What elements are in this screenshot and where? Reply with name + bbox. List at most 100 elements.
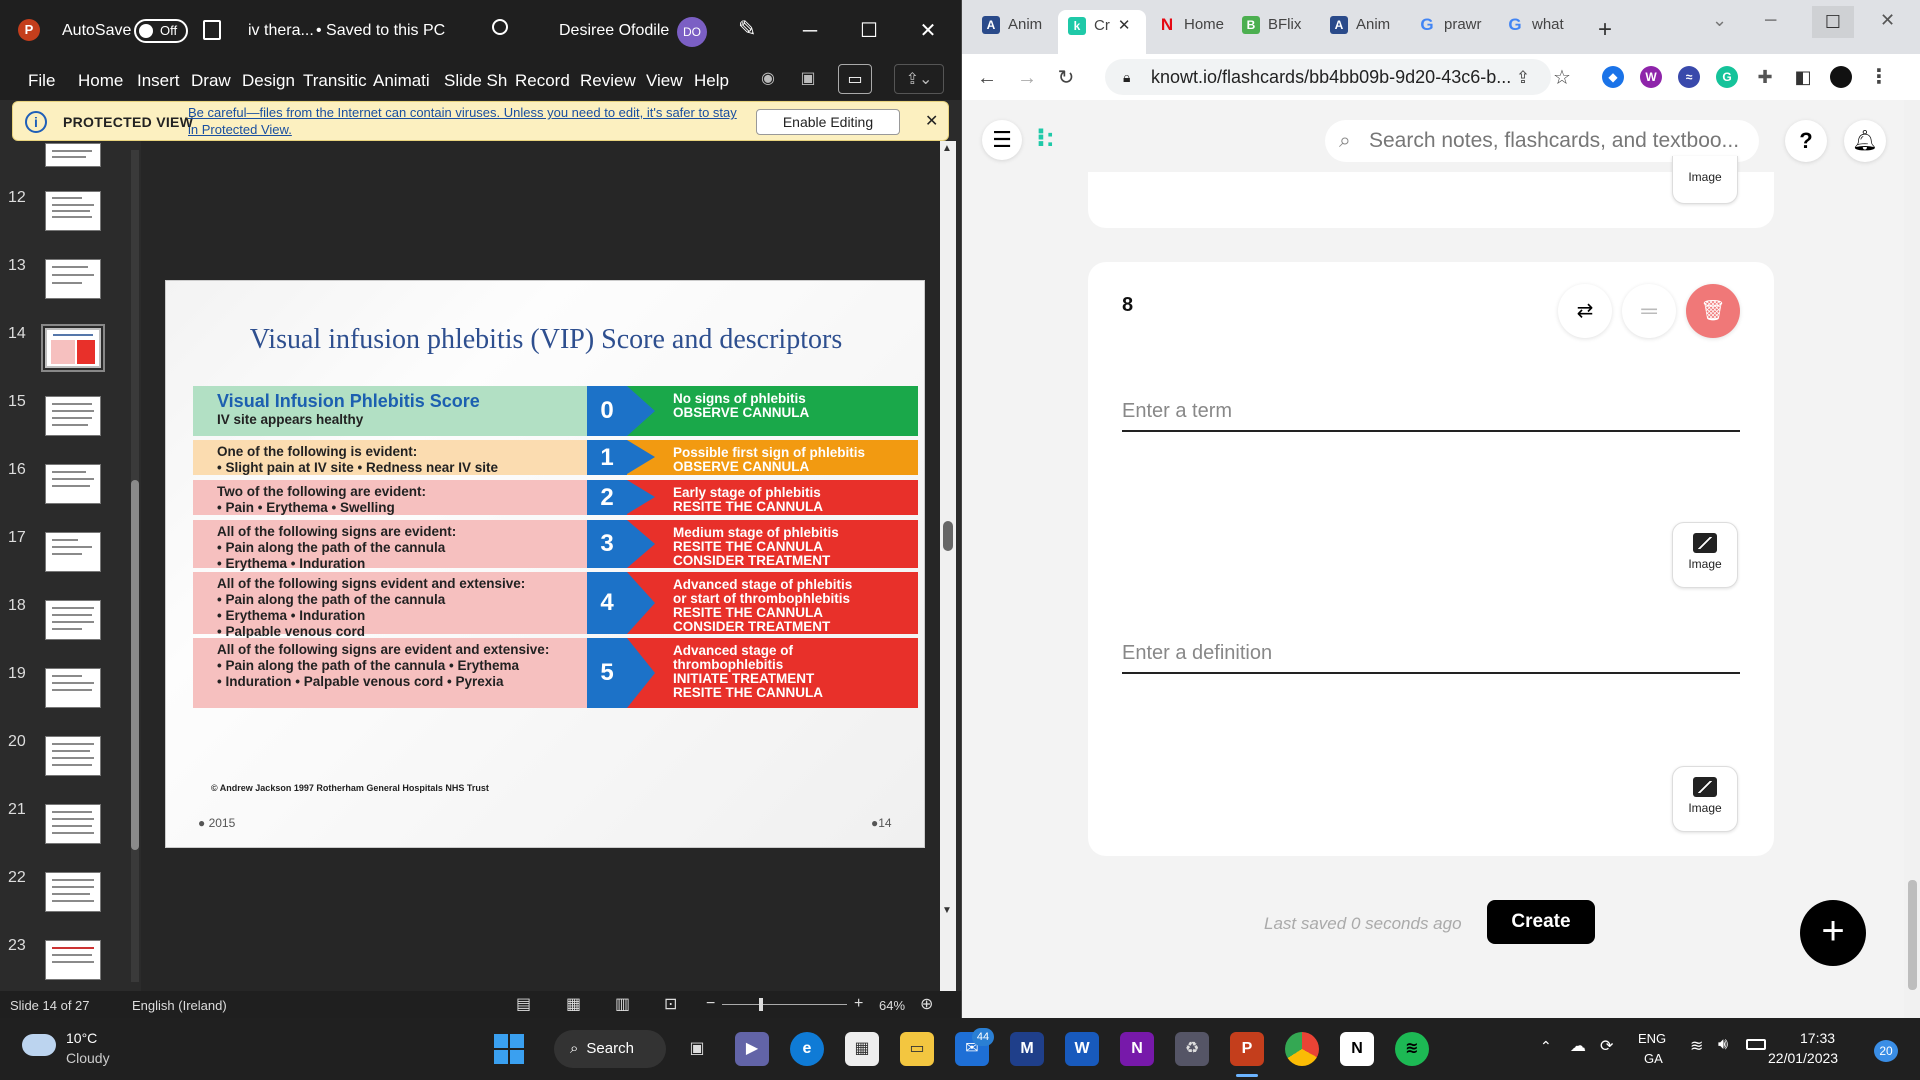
- file-name[interactable]: iv thera...: [248, 22, 314, 40]
- chevron-up-icon[interactable]: ⌃: [1540, 1038, 1552, 1055]
- file-explorer-icon[interactable]: ▭: [900, 1032, 934, 1066]
- search-icon[interactable]: [492, 19, 508, 35]
- thumbnail-scrollbar[interactable]: [131, 150, 139, 982]
- protected-view-message[interactable]: Be careful—files from the Internet can c…: [188, 104, 748, 138]
- app-icon[interactable]: M: [1010, 1032, 1044, 1066]
- weather-desc[interactable]: Cloudy: [66, 1050, 110, 1066]
- maximize-button[interactable]: ☐: [851, 14, 887, 48]
- teams-icon[interactable]: ▶: [735, 1032, 769, 1066]
- knowt-logo-icon[interactable]: ⁝:: [1036, 122, 1055, 153]
- new-tab-button[interactable]: +: [1598, 16, 1612, 44]
- autosave-toggle[interactable]: Off: [134, 19, 188, 43]
- slide-thumbnail[interactable]: [45, 940, 101, 980]
- weather-temp[interactable]: 10°C: [66, 1030, 97, 1046]
- notion-icon[interactable]: N: [1340, 1032, 1374, 1066]
- task-view-icon[interactable]: ▣: [680, 1032, 714, 1066]
- slide-thumbnail[interactable]: [45, 464, 101, 504]
- normal-view-icon[interactable]: ▤: [516, 994, 531, 1014]
- enable-editing-button[interactable]: Enable Editing: [756, 109, 900, 135]
- drag-handle-icon[interactable]: ═: [1622, 284, 1676, 338]
- grammarly-icon[interactable]: G: [1716, 66, 1738, 88]
- battery-icon[interactable]: [1746, 1039, 1766, 1050]
- close-icon[interactable]: ✕: [925, 111, 938, 131]
- definition-image-button[interactable]: Image: [1672, 766, 1738, 832]
- language-eng[interactable]: ENG: [1638, 1031, 1666, 1046]
- definition-input[interactable]: Enter a definition: [1122, 642, 1272, 665]
- slide-thumbnail[interactable]: [45, 736, 101, 776]
- clock-time[interactable]: 17:33: [1800, 1030, 1835, 1046]
- slide-thumbnail[interactable]: [45, 668, 101, 708]
- fit-slide-icon[interactable]: ⊕: [920, 994, 933, 1014]
- windows-start-icon[interactable]: [492, 1032, 526, 1066]
- tab-netflix[interactable]: N Home: [1158, 16, 1226, 46]
- record-icon[interactable]: ◉: [751, 64, 785, 94]
- word-icon[interactable]: W: [1065, 1032, 1099, 1066]
- menu-design[interactable]: Design: [242, 71, 295, 91]
- extensions-puzzle-icon[interactable]: ✚: [1754, 66, 1776, 88]
- tab-google-prawn[interactable]: Gprawr: [1418, 16, 1484, 46]
- onedrive-icon[interactable]: ☁: [1570, 1036, 1586, 1056]
- back-icon[interactable]: ←: [972, 63, 1002, 93]
- volume-icon[interactable]: 🔊︎: [1718, 1036, 1728, 1054]
- image-button[interactable]: Image: [1672, 156, 1738, 204]
- sync-icon[interactable]: ⟳: [1600, 1036, 1613, 1056]
- create-button[interactable]: Create: [1487, 900, 1595, 944]
- swap-icon[interactable]: ⇄: [1558, 284, 1612, 338]
- slide-sorter-icon[interactable]: ▦: [566, 994, 581, 1014]
- onenote-icon[interactable]: N: [1120, 1032, 1154, 1066]
- pen-icon[interactable]: ✎: [738, 16, 756, 42]
- minimize-button[interactable]: ─: [792, 14, 828, 48]
- close-button[interactable]: ✕: [910, 14, 946, 48]
- tab-anim-2[interactable]: A Anim: [1330, 16, 1396, 46]
- slide-scrollbar[interactable]: ▲ ▼: [940, 141, 956, 991]
- side-panel-icon[interactable]: ◧: [1792, 66, 1814, 88]
- taskbar-search[interactable]: ⌕ Search: [554, 1030, 666, 1068]
- tab-bflix[interactable]: B BFlix: [1242, 16, 1314, 46]
- store-icon[interactable]: ▦: [845, 1032, 879, 1066]
- menu-file[interactable]: File: [28, 71, 55, 91]
- tab-search-button[interactable]: ⌄: [1712, 10, 1727, 31]
- close-button[interactable]: ✕: [1880, 10, 1895, 31]
- tab-google-what[interactable]: Gwhat: [1506, 16, 1572, 46]
- bell-icon[interactable]: 🔔︎: [1844, 120, 1886, 162]
- menu-animations[interactable]: Animati: [373, 71, 430, 91]
- slide-thumbnail[interactable]: [45, 872, 101, 912]
- avatar[interactable]: DO: [677, 17, 707, 47]
- more-menu-icon[interactable]: ⋮: [1868, 66, 1890, 88]
- zoom-level[interactable]: 64%: [879, 998, 905, 1013]
- extension-icon[interactable]: ◆: [1602, 66, 1624, 88]
- help-button[interactable]: ?: [1785, 120, 1827, 162]
- bookmark-star-icon[interactable]: ☆: [1547, 63, 1577, 93]
- term-image-button[interactable]: Image: [1672, 522, 1738, 588]
- slide-thumbnail[interactable]: [45, 804, 101, 844]
- zoom-in-button[interactable]: +: [854, 995, 863, 1013]
- menu-insert[interactable]: Insert: [137, 71, 180, 91]
- slide-thumbnail[interactable]: [45, 191, 101, 231]
- extension-icon[interactable]: W: [1640, 66, 1662, 88]
- slide-thumbnail-selected[interactable]: [41, 324, 105, 372]
- powerpoint-taskbar-icon[interactable]: P: [1230, 1032, 1264, 1066]
- menu-record[interactable]: Record: [515, 71, 570, 91]
- camera-icon[interactable]: ▣: [791, 64, 825, 94]
- page-scrollbar[interactable]: [1904, 100, 1920, 1018]
- user-name[interactable]: Desiree Ofodile: [559, 22, 669, 40]
- slide-thumbnail[interactable]: [45, 259, 101, 299]
- address-bar[interactable]: 🔒︎ knowt.io/flashcards/bb4bb09b-9d20-43c…: [1105, 59, 1551, 95]
- share-icon[interactable]: ⇪⌄: [894, 64, 944, 94]
- wifi-icon[interactable]: ≋: [1690, 1036, 1703, 1056]
- slide-thumbnail[interactable]: [45, 143, 101, 167]
- notification-badge[interactable]: 20: [1874, 1040, 1898, 1062]
- zoom-slider[interactable]: [722, 998, 847, 1011]
- menu-view[interactable]: View: [646, 71, 683, 91]
- maximize-button[interactable]: ☐: [1812, 6, 1854, 38]
- slide-thumbnail[interactable]: [45, 396, 101, 436]
- menu-help[interactable]: Help: [694, 71, 729, 91]
- menu-draw[interactable]: Draw: [191, 71, 231, 91]
- spotify-icon[interactable]: ≋: [1395, 1032, 1429, 1066]
- language-status[interactable]: English (Ireland): [132, 998, 227, 1013]
- edge-icon[interactable]: e: [790, 1032, 824, 1066]
- slide-thumbnail[interactable]: [45, 532, 101, 572]
- comments-icon[interactable]: ▭: [838, 64, 872, 94]
- term-input[interactable]: Enter a term: [1122, 400, 1232, 423]
- reading-view-icon[interactable]: ▥: [615, 994, 630, 1014]
